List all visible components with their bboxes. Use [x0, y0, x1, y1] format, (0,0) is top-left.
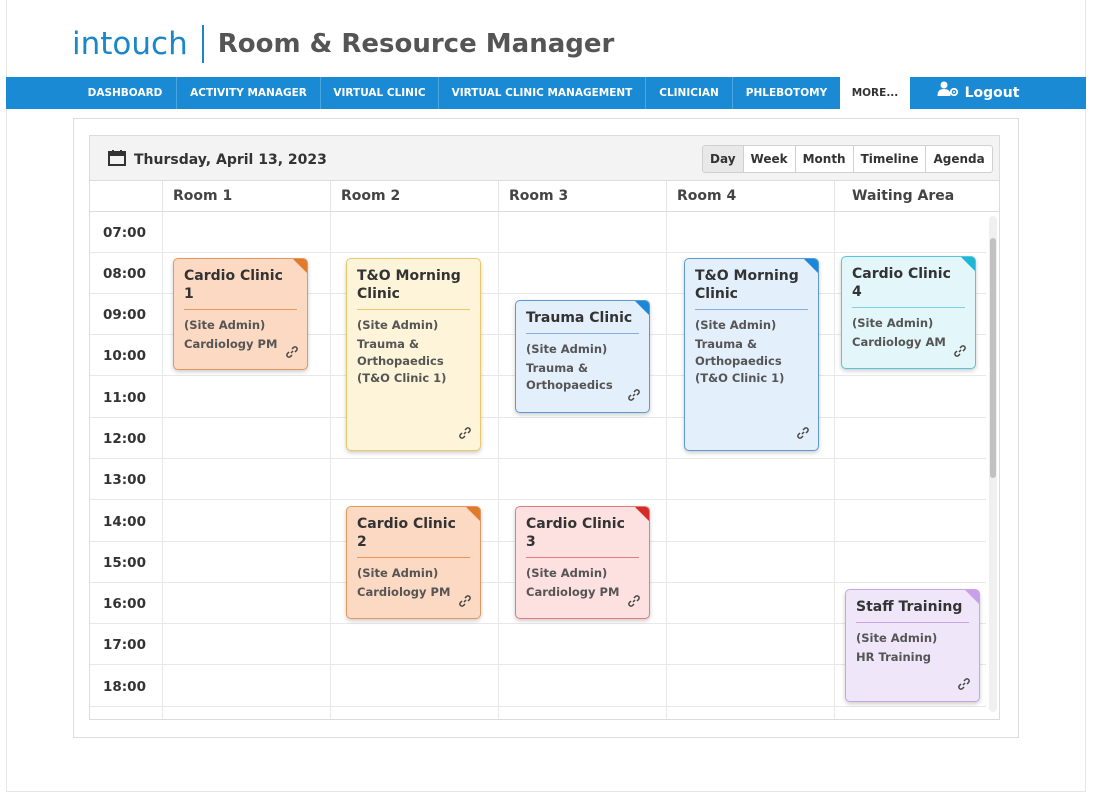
time-slot-label: 12:00: [103, 431, 146, 447]
column-header-room-3: Room 3: [498, 181, 666, 212]
event-owner: (Site Admin): [526, 342, 608, 356]
event-title: Cardio Clinic 3: [526, 516, 625, 550]
grid-column-line: [330, 212, 331, 719]
grid-column-line: [498, 212, 499, 719]
grid-row-line: [90, 706, 986, 707]
nav-virtual-clinic[interactable]: VIRTUAL CLINIC: [320, 77, 438, 109]
event-title: Staff Training: [856, 599, 963, 615]
nav-more[interactable]: MORE...: [840, 77, 910, 109]
current-date: Thursday, April 13, 2023: [134, 152, 327, 168]
view-day-button[interactable]: Day: [703, 146, 743, 172]
nav-phlebotomy[interactable]: PHLEBOTOMY: [732, 77, 840, 109]
view-timeline-button[interactable]: Timeline: [852, 146, 926, 172]
intouch-logo[interactable]: intouch: [72, 26, 188, 62]
scrollbar-thumb[interactable]: [990, 238, 996, 478]
time-column-header: [90, 181, 162, 212]
event-owner: (Site Admin): [852, 316, 934, 330]
column-header-waiting-area: Waiting Area: [834, 181, 999, 212]
event-owner: (Site Admin): [357, 318, 439, 332]
time-slot-label: 15:00: [103, 555, 146, 571]
time-slot-label: 18:00: [103, 679, 146, 695]
view-switcher: Day Week Month Timeline Agenda: [702, 145, 993, 173]
event-card[interactable]: T&O Morning Clinic (Site Admin) Trauma &…: [346, 258, 481, 451]
view-week-button[interactable]: Week: [742, 146, 795, 172]
event-card[interactable]: T&O Morning Clinic (Site Admin) Trauma &…: [684, 258, 819, 451]
link-icon[interactable]: [796, 425, 810, 444]
event-title: Cardio Clinic 2: [357, 516, 456, 550]
grid-row-line: [90, 252, 986, 253]
nav-virtual-clinic-management[interactable]: VIRTUAL CLINIC MANAGEMENT: [438, 77, 645, 109]
link-icon[interactable]: [458, 593, 472, 612]
column-header-room-4: Room 4: [666, 181, 834, 212]
column-header-room-1: Room 1: [162, 181, 330, 212]
grid-row-line: [90, 417, 986, 418]
event-description: HR Training: [856, 650, 931, 664]
view-month-button[interactable]: Month: [794, 146, 853, 172]
nav-dashboard[interactable]: DASHBOARD: [74, 77, 176, 109]
nav-activity-manager[interactable]: ACTIVITY MANAGER: [176, 77, 320, 109]
event-color-corner: [961, 257, 975, 271]
time-slot-label: 17:00: [103, 637, 146, 653]
link-icon[interactable]: [458, 425, 472, 444]
grid-column-line: [666, 212, 667, 719]
main-nav: DASHBOARD ACTIVITY MANAGER VIRTUAL CLINI…: [6, 77, 1086, 109]
event-card[interactable]: Cardio Clinic 1 (Site Admin) Cardiology …: [173, 258, 308, 370]
event-owner: (Site Admin): [357, 566, 439, 580]
event-color-corner: [635, 507, 649, 521]
link-icon[interactable]: [957, 676, 971, 695]
time-slot-label: 09:00: [103, 307, 146, 323]
event-color-corner: [466, 507, 480, 521]
link-icon[interactable]: [285, 344, 299, 363]
event-color-corner: [635, 301, 649, 315]
logout-label: Logout: [964, 85, 1020, 101]
brand-divider: [201, 25, 204, 63]
event-card[interactable]: Cardio Clinic 3 (Site Admin) Cardiology …: [515, 506, 650, 619]
brand-header: intouch Room & Resource Manager: [72, 24, 614, 64]
event-owner: (Site Admin): [856, 631, 938, 645]
event-owner: (Site Admin): [184, 318, 266, 332]
event-color-corner: [804, 259, 818, 273]
link-icon[interactable]: [627, 593, 641, 612]
grid-row-line: [90, 458, 986, 459]
grid-row-line: [90, 499, 986, 500]
time-slot-label: 16:00: [103, 596, 146, 612]
column-header-room-2: Room 2: [330, 181, 498, 212]
link-icon[interactable]: [953, 343, 967, 362]
event-card[interactable]: Staff Training (Site Admin) HR Training: [845, 589, 980, 702]
app-title: Room & Resource Manager: [217, 29, 615, 59]
event-color-corner: [293, 259, 307, 273]
event-owner: (Site Admin): [695, 318, 777, 332]
event-owner: (Site Admin): [526, 566, 608, 580]
grid-column-line: [162, 212, 163, 719]
time-slot-label: 11:00: [103, 390, 146, 406]
grid-column-line: [834, 212, 835, 719]
event-title: T&O Morning Clinic: [695, 268, 799, 302]
event-description: Trauma & Orthopaedics (T&O Clinic 1): [695, 337, 785, 385]
event-card[interactable]: Cardio Clinic 2 (Site Admin) Cardiology …: [346, 506, 481, 619]
event-title: Trauma Clinic: [526, 310, 633, 326]
nav-clinician[interactable]: CLINICIAN: [645, 77, 732, 109]
time-slot-label: 14:00: [103, 514, 146, 530]
time-slot-label: 10:00: [103, 348, 146, 364]
user-settings-icon: [937, 77, 959, 109]
event-card[interactable]: Cardio Clinic 4 (Site Admin) Cardiology …: [841, 256, 976, 369]
calendar-icon: [108, 150, 126, 170]
event-title: Cardio Clinic 1: [184, 268, 283, 302]
time-slot-label: 13:00: [103, 472, 146, 488]
event-color-corner: [965, 590, 979, 604]
view-agenda-button[interactable]: Agenda: [925, 146, 991, 172]
event-title: T&O Morning Clinic: [357, 268, 461, 302]
event-title: Cardio Clinic 4: [852, 266, 951, 300]
time-slot-label: 07:00: [103, 225, 146, 241]
link-icon[interactable]: [627, 387, 641, 406]
date-picker[interactable]: Thursday, April 13, 2023: [108, 150, 327, 170]
event-description: Trauma & Orthopaedics (T&O Clinic 1): [357, 337, 447, 385]
event-card[interactable]: Trauma Clinic (Site Admin) Trauma & Orth…: [515, 300, 650, 413]
time-slot-label: 08:00: [103, 266, 146, 282]
scheduler-toolbar: Thursday, April 13, 2023 Day Week Month …: [90, 136, 999, 181]
logout-button[interactable]: Logout: [910, 77, 1046, 109]
